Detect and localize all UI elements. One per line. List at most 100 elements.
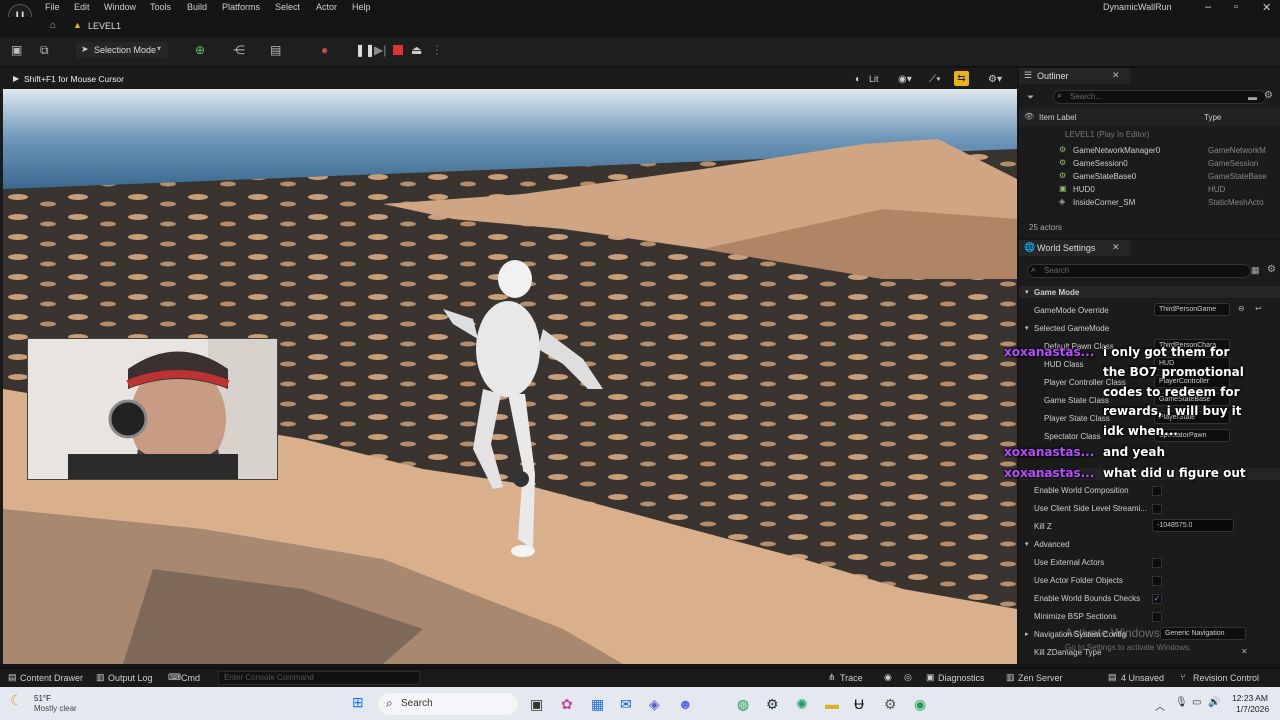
- browse-icon[interactable]: ⊖: [1238, 304, 1245, 313]
- folder-icon[interactable]: ▬: [1248, 92, 1257, 102]
- level-tab[interactable]: LEVEL1: [88, 21, 121, 31]
- type-header[interactable]: Type: [1204, 113, 1221, 122]
- table-row[interactable]: ▣ HUD0 HUD: [1019, 183, 1269, 196]
- steam-icon[interactable]: ⚙: [766, 696, 779, 713]
- lit-mode-icon[interactable]: ◐: [855, 74, 861, 85]
- world-settings-tab[interactable]: 🌐 World Settings ✕: [1019, 240, 1131, 256]
- collapse-icon[interactable]: ▾: [1025, 324, 1029, 332]
- navigation-config-select[interactable]: Generic Navigation: [1160, 627, 1246, 640]
- home-icon[interactable]: ⌂: [50, 20, 56, 31]
- platform-icon[interactable]: ●: [321, 43, 328, 57]
- table-row[interactable]: ⚙ GameSession0 GameSession: [1019, 157, 1269, 170]
- windows-start-icon[interactable]: ⊞: [352, 694, 364, 711]
- expand-icon[interactable]: ▸: [1025, 630, 1029, 638]
- use-external-actors-checkbox[interactable]: [1152, 558, 1162, 568]
- section-game-mode[interactable]: ▾ Game Mode: [1019, 286, 1280, 298]
- microphone-icon[interactable]: 🎙: [1175, 697, 1188, 708]
- minimize-icon[interactable]: –: [1205, 1, 1211, 13]
- pause-icon[interactable]: ❚❚: [355, 43, 375, 57]
- trace-button[interactable]: Trace: [840, 673, 863, 683]
- menu-file[interactable]: File: [45, 2, 60, 12]
- close-icon[interactable]: ✕: [1241, 647, 1248, 656]
- item-label-header[interactable]: Item Label: [1039, 113, 1076, 122]
- menu-actor[interactable]: Actor: [316, 2, 337, 12]
- volume-icon[interactable]: 🔊: [1208, 697, 1220, 708]
- step-icon[interactable]: ▶|: [374, 43, 386, 57]
- settings-icon[interactable]: ⚙: [1264, 90, 1273, 101]
- add-actor-icon[interactable]: ⊕: [195, 43, 205, 57]
- teams-icon[interactable]: ◈: [649, 696, 660, 713]
- expand-icon[interactable]: ▶: [13, 74, 19, 83]
- clock-date[interactable]: 1/7/2026: [1236, 704, 1269, 714]
- selection-mode-dropdown[interactable]: ➤ Selection Mode ▾: [76, 42, 168, 58]
- filter-icon[interactable]: ⏷: [1027, 92, 1034, 103]
- more-options-icon[interactable]: ⋮: [431, 43, 443, 57]
- menu-build[interactable]: Build: [187, 2, 207, 12]
- close-icon[interactable]: ✕: [1262, 1, 1271, 14]
- table-row[interactable]: ◈ InsideCorner_SM StaticMeshActo: [1019, 196, 1269, 209]
- snap-icon[interactable]: ⇆: [954, 71, 969, 86]
- menu-help[interactable]: Help: [352, 2, 371, 12]
- unsaved-button[interactable]: 4 Unsaved: [1121, 673, 1164, 683]
- blueprint-icon[interactable]: ⋲: [233, 43, 245, 57]
- viewport-settings-icon[interactable]: ⚙▾: [988, 74, 1002, 85]
- menu-window[interactable]: Window: [104, 2, 136, 12]
- record-icon[interactable]: ◉: [884, 672, 892, 683]
- table-view-icon[interactable]: ▦: [1251, 265, 1260, 276]
- table-row[interactable]: ⚙ GameStateBase0 GameStateBase: [1019, 170, 1269, 183]
- cinematics-icon[interactable]: ▤: [270, 43, 281, 57]
- cmd-button[interactable]: Cmd: [181, 673, 200, 683]
- menu-platforms[interactable]: Platforms: [222, 2, 260, 12]
- collapse-icon[interactable]: ▾: [1025, 540, 1029, 548]
- enable-world-composition-checkbox[interactable]: [1152, 486, 1162, 496]
- outlook-icon[interactable]: ✉: [620, 696, 632, 713]
- output-log-button[interactable]: Output Log: [108, 673, 153, 683]
- reset-icon[interactable]: ↩: [1255, 304, 1262, 313]
- use-actor-folder-checkbox[interactable]: [1152, 576, 1162, 586]
- close-tab-icon[interactable]: ✕: [1112, 242, 1120, 253]
- clock-time[interactable]: 12:23 AM: [1232, 693, 1268, 703]
- kill-z-input[interactable]: -1048575.0: [1152, 519, 1234, 532]
- settings-taskbar-icon[interactable]: ⚙: [884, 696, 897, 713]
- outliner-search-input[interactable]: Search...: [1053, 90, 1266, 104]
- view-mode-button[interactable]: Lit: [869, 74, 879, 84]
- eject-icon[interactable]: ⏏: [411, 43, 422, 57]
- gamemode-override-select[interactable]: ThirdPersonGame: [1154, 303, 1230, 316]
- xbox-icon[interactable]: ◉: [914, 696, 926, 713]
- menu-edit[interactable]: Edit: [74, 2, 90, 12]
- browser-icon[interactable]: ◍: [737, 696, 749, 713]
- weather-icon[interactable]: ☾: [10, 692, 23, 709]
- close-tab-icon[interactable]: ✕: [1112, 70, 1120, 81]
- revision-control-button[interactable]: Revision Control: [1193, 673, 1259, 683]
- source-control-icon[interactable]: ⧉: [40, 43, 49, 58]
- world-settings-search-input[interactable]: Search: [1027, 264, 1251, 278]
- tray-chevron-icon[interactable]: ︿: [1155, 698, 1165, 713]
- zen-server-button[interactable]: Zen Server: [1018, 673, 1063, 683]
- stop-icon[interactable]: [393, 45, 403, 55]
- discord-icon[interactable]: ☻: [678, 696, 693, 712]
- file-explorer-icon[interactable]: ▬: [825, 696, 839, 712]
- outliner-root[interactable]: LEVEL1 (Play In Editor): [1065, 130, 1149, 139]
- chatgpt-icon[interactable]: ✺: [796, 696, 808, 713]
- table-row[interactable]: ⚙ GameNetworkManager0 GameNetworkM: [1019, 144, 1269, 157]
- snapshot-icon[interactable]: ◎: [904, 672, 912, 683]
- diagnostics-button[interactable]: Diagnostics: [938, 673, 985, 683]
- network-icon[interactable]: ▭: [1192, 697, 1201, 708]
- store-icon[interactable]: ▦: [591, 696, 604, 713]
- content-drawer-button[interactable]: Content Drawer: [20, 673, 83, 683]
- outliner-tab[interactable]: ☰ Outliner ✕: [1019, 68, 1131, 84]
- copilot-icon[interactable]: ✿: [561, 696, 573, 713]
- maximize-icon[interactable]: ▫: [1234, 1, 1238, 13]
- console-input[interactable]: Enter Console Command: [218, 671, 420, 685]
- show-flags-icon[interactable]: ◉▾: [898, 74, 912, 85]
- client-side-streaming-checkbox[interactable]: [1152, 504, 1162, 514]
- menu-tools[interactable]: Tools: [150, 2, 171, 12]
- minimize-bsp-checkbox[interactable]: [1152, 612, 1162, 622]
- settings-icon[interactable]: ⚙: [1267, 264, 1276, 275]
- transform-icon[interactable]: ⟋▾: [929, 74, 941, 85]
- menu-select[interactable]: Select: [275, 2, 300, 12]
- world-bounds-checks-checkbox[interactable]: ✓: [1152, 594, 1162, 604]
- save-icon[interactable]: ▣: [11, 43, 22, 57]
- task-view-icon[interactable]: ▣: [530, 696, 543, 713]
- taskbar-search[interactable]: ⌕ Search: [378, 693, 518, 715]
